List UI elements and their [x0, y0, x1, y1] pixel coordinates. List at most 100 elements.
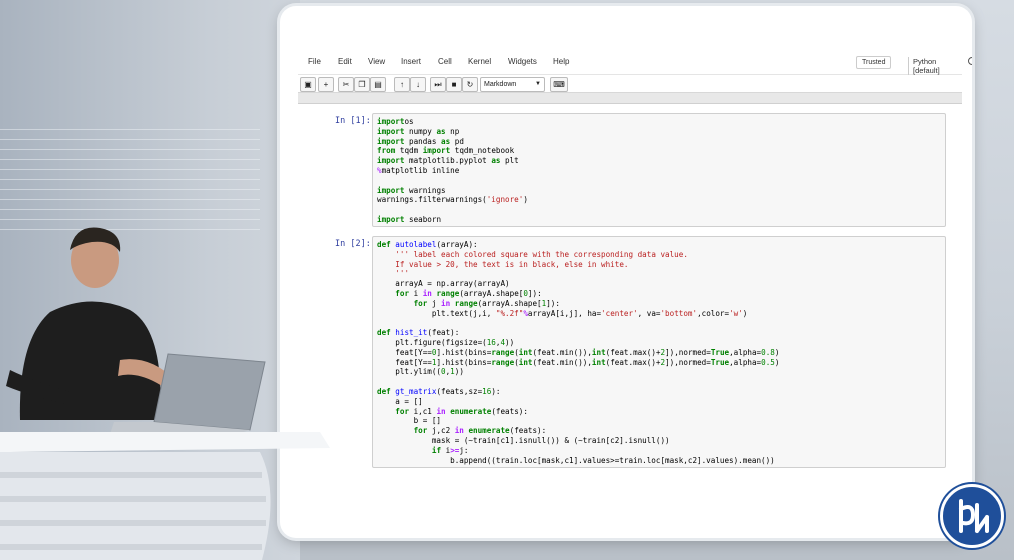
code-token: (feat.max()+: [605, 357, 661, 367]
code-token: 16: [482, 386, 492, 396]
paste-icon[interactable]: ▤: [370, 77, 386, 92]
arrow-down-icon[interactable]: ↓: [410, 77, 426, 92]
code-token: autolabel: [395, 240, 437, 249]
code-line: importos: [377, 117, 941, 127]
menu-widgets[interactable]: Widgets: [508, 57, 537, 66]
code-token: ''': [395, 269, 410, 279]
menu-help[interactable]: Help: [553, 57, 569, 66]
code-token: int: [591, 357, 606, 367]
menu-kernel[interactable]: Kernel: [468, 57, 491, 66]
code-token: j:: [459, 445, 469, 455]
code-token: warnings: [404, 185, 446, 195]
code-line: def gt_matrix(feats,sz=16):: [377, 387, 941, 397]
code-token: tqdm: [395, 146, 423, 156]
code-token: (feat.min()),: [532, 347, 592, 357]
code-line: feat[Y==1].hist(bins=range(int(feat.min(…: [377, 358, 941, 368]
code-token: )): [505, 337, 515, 347]
code-cell-2-source[interactable]: def autolabel(arrayA): ''' label each co…: [373, 237, 945, 467]
trusted-badge[interactable]: Trusted: [856, 56, 892, 69]
code-token: ,alpha=: [729, 357, 762, 367]
kernel-name: Python [default]: [908, 57, 962, 75]
code-token: def: [377, 240, 391, 249]
code-token: enumerate: [450, 406, 492, 416]
code-token: b = []: [377, 416, 442, 426]
code-token: If value > 20, the text is in black, els…: [395, 259, 629, 269]
code-token: feat[Y==: [377, 357, 432, 367]
menu-cell[interactable]: Cell: [438, 57, 452, 66]
code-line: def autolabel(arrayA):: [377, 240, 941, 250]
restart-icon[interactable]: ↻: [462, 77, 478, 92]
code-line: import pandas as pd: [377, 137, 941, 147]
code-token: arrayA[i,j], ha=: [527, 308, 602, 318]
code-token: plt.ylim((: [377, 367, 442, 377]
code-token: import: [377, 136, 405, 146]
chevron-down-icon: ▼: [535, 81, 541, 87]
code-token: (arrayA.shape[: [477, 298, 542, 308]
code-token: (feats):: [509, 426, 547, 436]
code-token: ].hist(bins=: [436, 347, 492, 357]
menu-edit[interactable]: Edit: [338, 57, 352, 66]
code-token: , va=: [637, 308, 661, 318]
code-token: i,c1: [409, 406, 437, 416]
code-token: 16: [486, 337, 496, 347]
cell-1-prompt: In [1]:: [335, 116, 371, 126]
code-cell-1[interactable]: importos import numpy as np import pandas …: [372, 113, 946, 227]
code-token: ,color=: [697, 308, 730, 318]
code-token: enumerate: [468, 426, 510, 436]
code-token: import: [422, 146, 451, 156]
code-token: 'bottom': [660, 308, 698, 318]
save-icon[interactable]: ▣: [300, 77, 316, 92]
code-line: b.append((train.loc[mask,c1].values>=tra…: [377, 456, 941, 466]
keyboard-icon[interactable]: ⌨: [550, 77, 568, 92]
code-token: for: [413, 298, 428, 308]
cell-type-select[interactable]: Markdown ▼: [480, 77, 545, 92]
code-token: os: [404, 117, 414, 126]
notebook-screen: File Edit View Insert Cell Kernel Widget…: [280, 6, 972, 538]
stop-icon[interactable]: ■: [446, 77, 462, 92]
scissors-icon[interactable]: ✂: [338, 77, 354, 92]
menu-insert[interactable]: Insert: [401, 57, 421, 66]
code-line: a = []: [377, 397, 941, 407]
hse-logo: [940, 484, 1004, 548]
code-token: ]):: [527, 288, 542, 298]
code-line: feat[Y==0].hist(bins=range(int(feat.min(…: [377, 348, 941, 358]
code-token: (feats,sz=: [436, 386, 483, 396]
code-line: plt.figure(figsize=(16,4)): [377, 338, 941, 348]
code-token: ].hist(bins=: [436, 357, 492, 367]
code-line: import matplotlib.pyplot as plt: [377, 156, 941, 166]
kernel-status-icon: [968, 57, 972, 65]
code-token: gt_matrix: [395, 386, 437, 396]
header-divider: [298, 92, 962, 104]
menu-view[interactable]: View: [368, 57, 385, 66]
code-token: plt.figure(figsize=(: [377, 337, 487, 347]
hse-logo-mark: [959, 499, 989, 533]
code-line: for j,c2 in enumerate(feats):: [377, 426, 941, 436]
code-cell-2[interactable]: def autolabel(arrayA): ''' label each co…: [372, 236, 946, 468]
code-line: from tqdm import tqdm_notebook: [377, 146, 941, 156]
code-line: If value > 20, the text is in black, els…: [377, 260, 941, 270]
code-token: in: [441, 298, 451, 308]
code-token: import: [377, 117, 405, 126]
plus-icon[interactable]: +: [318, 77, 334, 92]
menu-file[interactable]: File: [308, 57, 321, 66]
step-icon[interactable]: ⏭: [430, 77, 446, 92]
code-line: %matplotlib inline: [377, 166, 941, 176]
code-token: np: [445, 126, 460, 136]
code-token: 'w': [729, 308, 743, 318]
copy-icon[interactable]: ❐: [354, 77, 370, 92]
code-token: b.append((train.loc[mask,c1].values>=tra…: [377, 455, 775, 465]
arrow-up-icon[interactable]: ↑: [394, 77, 410, 92]
code-token: ): [774, 347, 780, 357]
code-token: range: [436, 288, 460, 298]
code-cell-1-source[interactable]: importos import numpy as np import pandas …: [373, 114, 945, 226]
code-token: ]),normed=: [665, 357, 711, 367]
code-line: if i>=j:: [377, 446, 941, 456]
